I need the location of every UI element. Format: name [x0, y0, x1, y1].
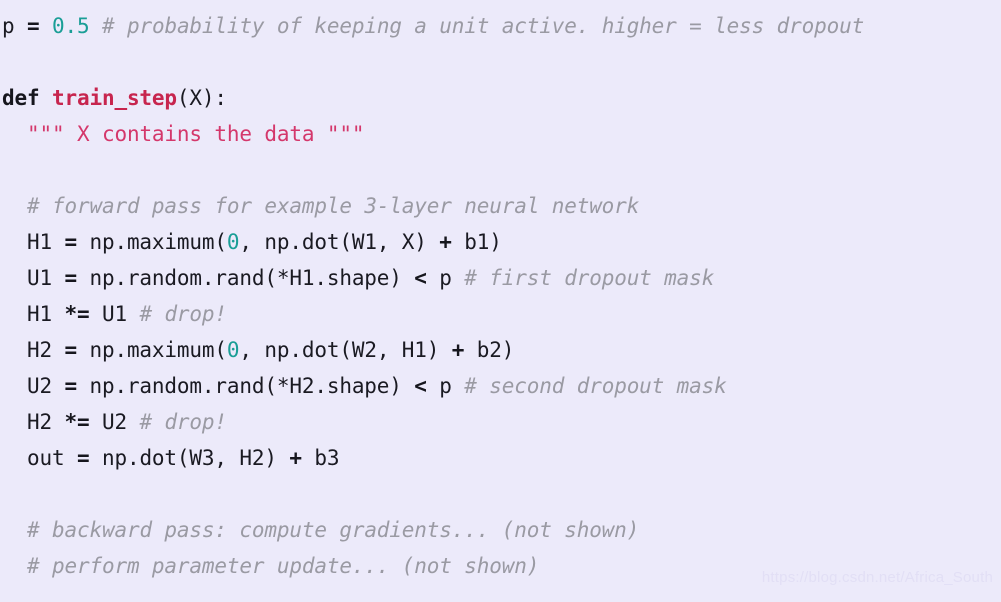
code-token-operator: *= [64, 410, 90, 434]
code-token-plain: H2 [2, 410, 65, 434]
code-token-operator: + [289, 446, 302, 470]
code-token-plain: np.maximum( [76, 230, 227, 254]
code-token-plain: np.maximum( [76, 338, 227, 362]
code-token-operator: + [439, 230, 452, 254]
code-token-comment: # drop! [139, 302, 227, 326]
code-token-comment: # perform parameter update... (not shown… [27, 554, 540, 578]
code-line: H1 = np.maximum(0, np.dot(W1, X) + b1) [0, 224, 1001, 260]
code-token-plain: np.random.rand(*H1.shape) [76, 266, 415, 290]
code-token-keyword: def [2, 86, 40, 110]
code-token-operator: = [27, 14, 40, 38]
code-token-comment: # probability of keeping a unit active. … [101, 14, 865, 38]
code-token-plain: np.random.rand(*H2.shape) [76, 374, 415, 398]
code-token-plain: H1 [2, 302, 65, 326]
code-line: U1 = np.random.rand(*H1.shape) < p # fir… [0, 260, 1001, 296]
code-token-comment: # backward pass: compute gradients... (n… [27, 518, 640, 542]
code-line: out = np.dot(W3, H2) + b3 [0, 440, 1001, 476]
code-token-plain: H1 [2, 230, 65, 254]
code-token-operator: = [64, 338, 77, 362]
code-token-operator: < [414, 266, 427, 290]
code-token-plain: b3 [301, 446, 340, 470]
code-line: # backward pass: compute gradients... (n… [0, 512, 1001, 548]
code-token-plain: p [426, 266, 465, 290]
code-token-plain: , np.dot(W1, X) [239, 230, 440, 254]
code-line: p = 0.5 # probability of keeping a unit … [0, 8, 1001, 44]
code-token-plain: , np.dot(W2, H1) [239, 338, 452, 362]
code-token-plain: np.dot(W3, H2) [89, 446, 290, 470]
code-token-plain: U2 [89, 410, 140, 434]
code-token-plain: (X): [176, 86, 227, 110]
code-token-comment: # first dropout mask [464, 266, 715, 290]
code-line: H1 *= U1 # drop! [0, 296, 1001, 332]
code-token-operator: = [64, 374, 77, 398]
code-token-plain: b2) [464, 338, 515, 362]
code-token-operator: = [76, 446, 90, 470]
code-line: H2 = np.maximum(0, np.dot(W2, H1) + b2) [0, 332, 1001, 368]
code-token-operator: *= [64, 302, 90, 326]
code-token-operator: < [414, 374, 427, 398]
code-line: """ X contains the data """ [0, 116, 1001, 152]
code-token-plain: b1) [451, 230, 502, 254]
code-token-comment: # second dropout mask [464, 374, 727, 398]
code-line: # forward pass for example 3-layer neura… [0, 188, 1001, 224]
code-line: H2 *= U2 # drop! [0, 404, 1001, 440]
watermark: https://blog.csdn.net/Africa_South [761, 569, 993, 586]
code-token-plain: U1 [2, 266, 65, 290]
code-token-string: """ X contains the data """ [27, 122, 365, 146]
code-token-plain: H2 [2, 338, 65, 362]
code-token-plain: out [2, 446, 77, 470]
code-lines-container: p = 0.5 # probability of keeping a unit … [0, 8, 1001, 584]
code-token-funcname: train_step [51, 86, 177, 110]
code-token-plain: U1 [89, 302, 140, 326]
code-token-operator: = [64, 230, 77, 254]
code-token-operator: = [64, 266, 77, 290]
code-token-plain: U2 [2, 374, 65, 398]
code-token-comment: # drop! [139, 410, 227, 434]
code-token-number: 0.5 [52, 14, 90, 38]
code-token-number: 0 [226, 230, 240, 254]
code-line: U2 = np.random.rand(*H2.shape) < p # sec… [0, 368, 1001, 404]
code-token-plain: p [426, 374, 465, 398]
code-token-number: 0 [226, 338, 240, 362]
code-block: p = 0.5 # probability of keeping a unit … [0, 0, 1001, 602]
code-token-operator: + [451, 338, 465, 362]
code-line: def train_step(X): [0, 80, 1001, 116]
code-token-comment: # forward pass for example 3-layer neura… [27, 194, 640, 218]
code-token-plain: p [2, 14, 27, 38]
